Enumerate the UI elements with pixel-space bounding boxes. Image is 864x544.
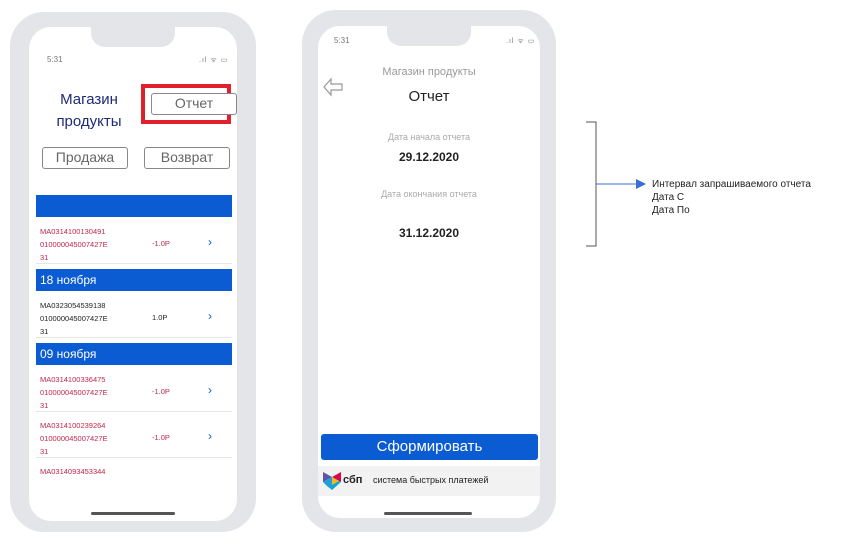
- transaction-row[interactable]: МА0314100130491 010000045007427Е 31 -1.0Р…: [36, 219, 232, 273]
- annotation-line-2: Дата С: [652, 192, 685, 203]
- transaction-list: МА0314100130491 010000045007427Е 31 -1.0Р…: [36, 195, 232, 487]
- row-divider: [36, 411, 232, 412]
- sbp-full-label: система быстрых платежей: [373, 475, 489, 485]
- annotation-line-3: Дата По: [652, 205, 690, 216]
- report-button[interactable]: Отчет: [151, 93, 237, 115]
- row-divider: [36, 457, 232, 458]
- transaction-code: МА0323054539138 010000045007427Е 31: [40, 301, 108, 336]
- transaction-amount: -1.0Р: [152, 387, 170, 396]
- return-button[interactable]: Возврат: [144, 147, 230, 169]
- transaction-amount: -1.0Р: [152, 239, 170, 248]
- store-name: Магазин продукты: [382, 66, 476, 78]
- end-date-label: Дата окончания отчета: [381, 189, 477, 199]
- home-indicator: [91, 512, 175, 515]
- sale-button[interactable]: Продажа: [42, 147, 128, 169]
- annotation-text: Интервал запрашиваемого отчета Дата С Да…: [652, 178, 811, 217]
- notch: [387, 26, 471, 46]
- sbp-logo-icon: [323, 472, 341, 490]
- start-date-label: Дата начала отчета: [387, 132, 470, 142]
- generate-button[interactable]: Сформировать: [321, 434, 538, 460]
- status-icons: .ıl ᯤ ▭: [506, 38, 536, 45]
- date-header: 18 ноября: [36, 269, 232, 291]
- chevron-right-icon[interactable]: ›: [208, 235, 212, 249]
- transaction-row[interactable]: МА0314093453344: [36, 459, 232, 487]
- notch: [91, 27, 175, 47]
- transaction-code: МА0314093453344: [40, 467, 106, 476]
- chevron-right-icon[interactable]: ›: [208, 309, 212, 323]
- date-header: [36, 195, 232, 217]
- transaction-amount: -1.0Р: [152, 433, 170, 442]
- transaction-code: МА0314100130491 010000045007427Е 31: [40, 227, 108, 262]
- sbp-short-label: сбп: [343, 474, 363, 486]
- chevron-right-icon[interactable]: ›: [208, 429, 212, 443]
- store-title: Магазин продукты: [56, 91, 122, 130]
- status-time: 5:31: [334, 36, 350, 45]
- end-date-value[interactable]: 31.12.2020: [318, 226, 540, 240]
- phone-frame-list: 5:31 .ıl ᯤ ▭ Магазин продукты Отчет Прод…: [10, 12, 256, 532]
- annotation-line-1: Интервал запрашиваемого отчета: [652, 179, 811, 190]
- status-icons: .ıl ᯤ ▭: [199, 57, 229, 64]
- status-time: 5:31: [47, 55, 63, 64]
- row-divider: [36, 337, 232, 338]
- start-date-value[interactable]: 29.12.2020: [318, 150, 540, 164]
- phone-screen-list: 5:31 .ıl ᯤ ▭ Магазин продукты Отчет Прод…: [29, 27, 237, 521]
- phone-screen-report: 5:31 .ıl ᯤ ▭ Магазин продукты Отчет Дата…: [318, 26, 540, 518]
- date-header: 09 ноября: [36, 343, 232, 365]
- transaction-code: МА0314100336475 010000045007427Е 31: [40, 375, 108, 410]
- transaction-code: МА0314100239264 010000045007427Е 31: [40, 421, 108, 456]
- phone-frame-report: 5:31 .ıl ᯤ ▭ Магазин продукты Отчет Дата…: [302, 10, 556, 532]
- chevron-right-icon[interactable]: ›: [208, 383, 212, 397]
- sbp-banner: сбп система быстрых платежей: [318, 466, 540, 496]
- report-title: Отчет: [408, 88, 450, 105]
- transaction-row[interactable]: МА0323054539138 010000045007427Е 31 1.0Р ›: [36, 293, 232, 347]
- transaction-amount: 1.0Р: [152, 313, 168, 322]
- home-indicator: [384, 512, 472, 515]
- row-divider: [36, 263, 232, 264]
- annotation-bracket: [586, 121, 646, 247]
